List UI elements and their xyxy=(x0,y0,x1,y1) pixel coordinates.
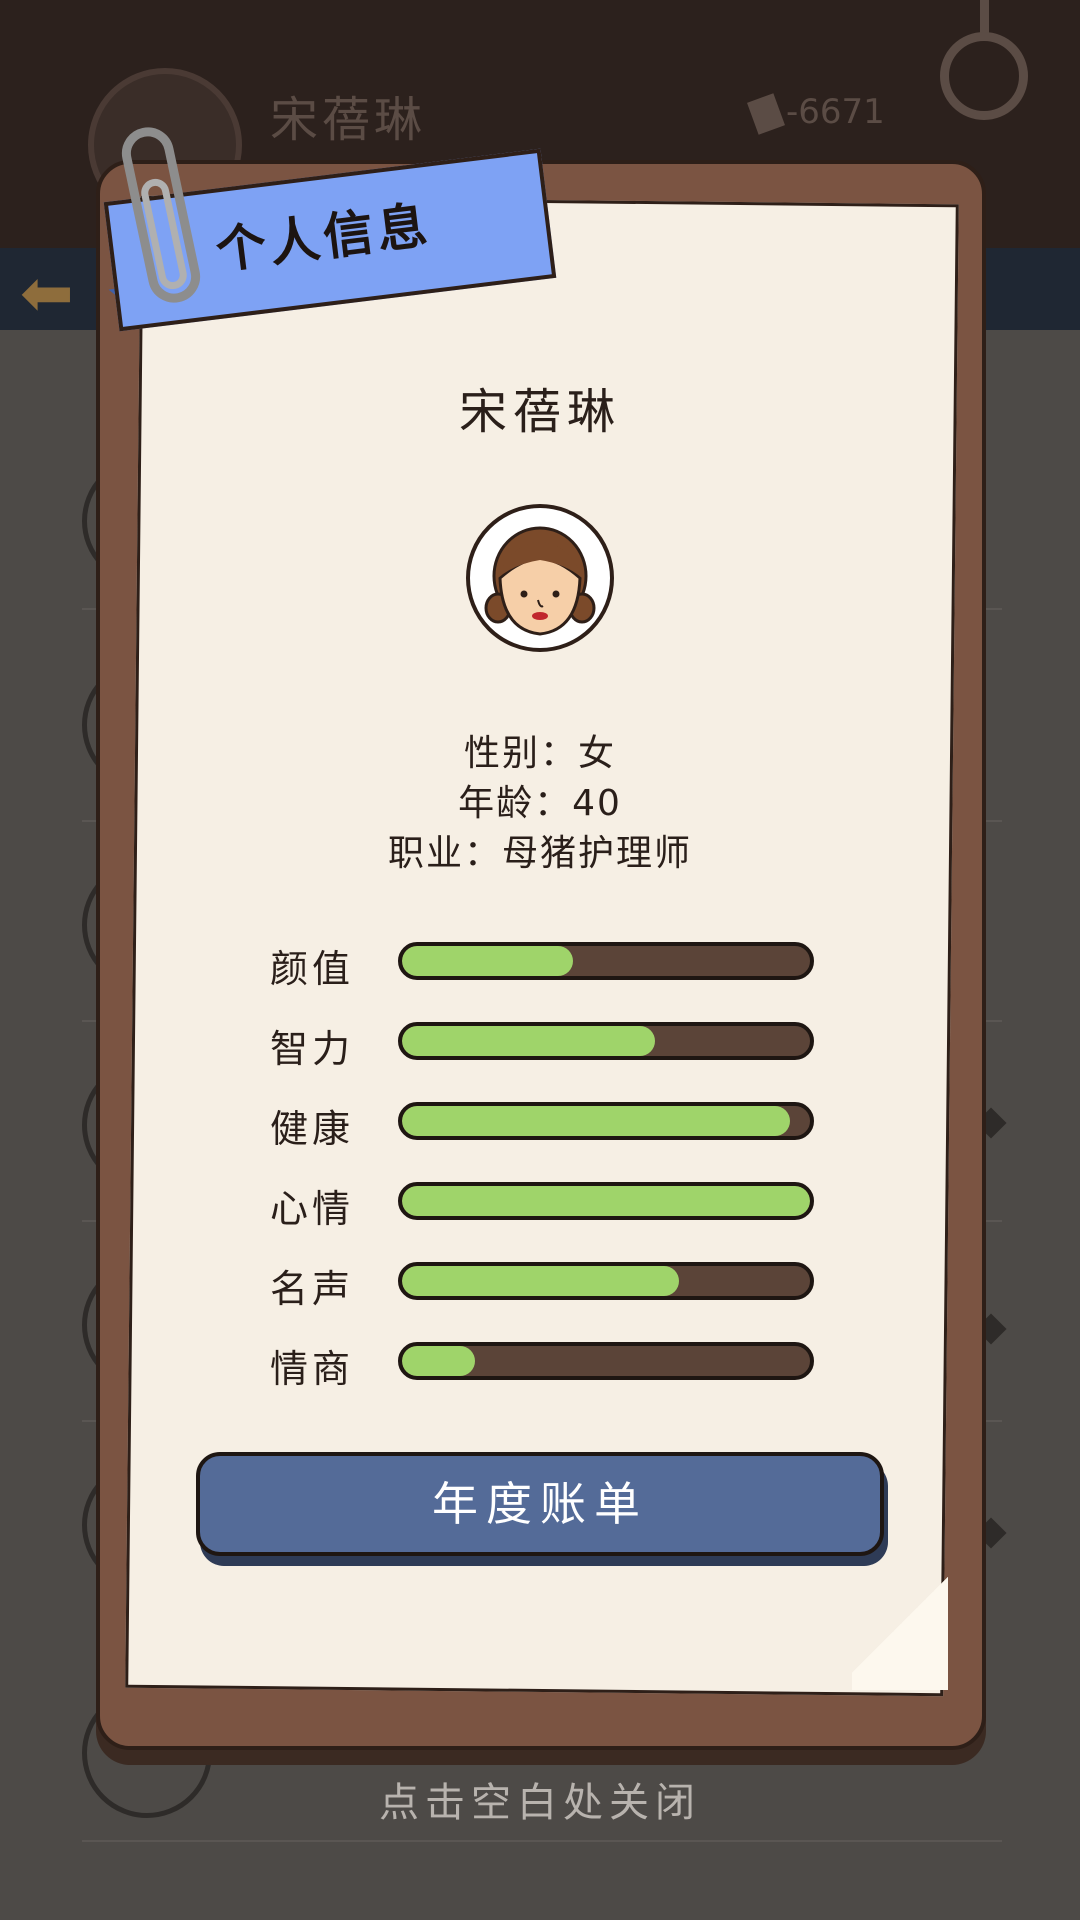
stat-bar-fill xyxy=(402,1106,790,1136)
paper-corner xyxy=(852,1560,948,1690)
person-name: 宋蓓琳 xyxy=(458,384,621,440)
header-name: 宋蓓琳 xyxy=(270,92,427,148)
stat-label: 智力 xyxy=(270,1027,355,1071)
stat-label: 颜值 xyxy=(270,947,355,991)
money-value: -6671 xyxy=(786,92,885,132)
money-icon xyxy=(747,92,785,135)
stat-label: 情商 xyxy=(270,1347,355,1391)
hanging-ring-stem xyxy=(980,0,989,36)
stat-bar xyxy=(398,1182,814,1220)
money-display: -6671 xyxy=(747,92,885,135)
stat-bar-fill xyxy=(402,1346,476,1376)
job-line: 职业：母猪护理师 xyxy=(387,833,692,874)
back-arrow-icon[interactable]: ⬅ xyxy=(20,262,74,326)
stat-bar xyxy=(398,1262,814,1300)
stat-label: 心情 xyxy=(270,1187,355,1231)
stat-bar-fill xyxy=(402,1026,655,1056)
stat-bar-fill xyxy=(402,946,574,976)
hanging-ring-icon[interactable] xyxy=(940,32,1028,120)
stat-bar-fill xyxy=(402,1186,810,1216)
close-hint[interactable]: 点击空白处关闭 xyxy=(0,1770,1080,1828)
list-divider xyxy=(82,1840,1002,1842)
stat-bar xyxy=(398,1022,814,1060)
age-line: 年龄：40 xyxy=(458,783,622,824)
stat-bar xyxy=(398,1102,814,1140)
annual-bill-button[interactable]: 年度账单 xyxy=(196,1452,884,1556)
gender-line: 性别：女 xyxy=(463,733,616,774)
stat-bar xyxy=(398,1342,814,1380)
person-avatar xyxy=(466,504,614,652)
stat-label: 健康 xyxy=(270,1107,355,1151)
stat-label: 名声 xyxy=(270,1267,355,1311)
stat-bar xyxy=(398,942,814,980)
stat-bar-fill xyxy=(402,1266,680,1296)
woman-face-icon xyxy=(484,526,596,636)
